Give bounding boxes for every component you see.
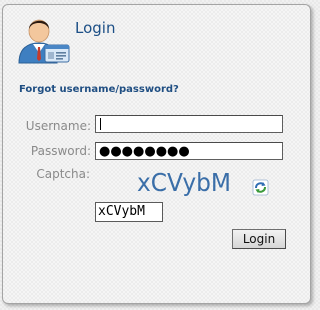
text-caret <box>100 118 101 130</box>
password-field[interactable]: ●●●●●●●● <box>95 142 283 160</box>
captcha-image: xCVybM <box>137 168 231 196</box>
page-title: Login <box>75 19 116 37</box>
refresh-captcha-icon[interactable] <box>252 179 269 196</box>
password-mask: ●●●●●●●● <box>99 144 190 159</box>
user-id-card-icon <box>18 19 70 64</box>
forgot-credentials-link[interactable]: Forgot username/password? <box>19 84 179 95</box>
captcha-char: xCVybM <box>137 168 231 196</box>
username-field[interactable] <box>95 115 283 133</box>
username-label: Username: <box>25 119 91 133</box>
password-label: Password: <box>30 144 91 158</box>
captcha-label: Captcha: <box>36 167 90 181</box>
login-button[interactable]: Login <box>232 229 286 249</box>
login-panel: Login Forgot username/password? Username… <box>2 4 311 304</box>
captcha-input[interactable]: xCVybM <box>95 202 163 222</box>
